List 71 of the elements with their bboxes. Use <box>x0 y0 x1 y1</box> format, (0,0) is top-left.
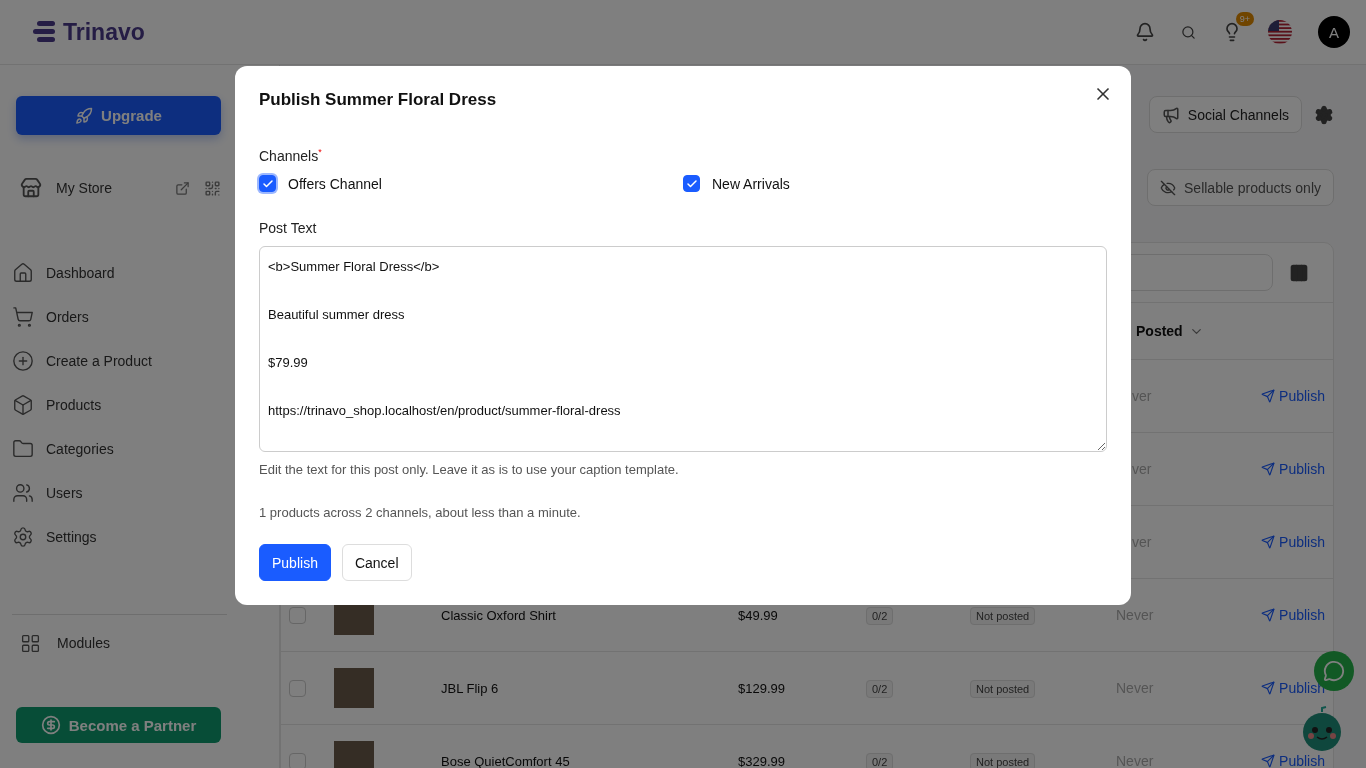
send-icon <box>1261 535 1276 549</box>
row-checkbox[interactable] <box>289 606 306 624</box>
publish-button[interactable]: Publish <box>259 544 331 581</box>
plus-circle-icon <box>12 350 34 372</box>
publish-link[interactable]: Publish <box>1261 534 1325 550</box>
field-label: Post Text <box>259 220 317 236</box>
photo-placeholder <box>334 668 374 708</box>
users-icon <box>12 482 34 504</box>
post-text-field[interactable]: <b>Summer Floral Dress</b> Beautiful summer dress $79.99 https://trinavo_shop.localhost/en/product/summer-floral-dress <box>259 246 1107 452</box>
column-header[interactable]: Posted <box>1136 323 1183 339</box>
store-link[interactable]: My Store <box>56 180 161 196</box>
logo-icon <box>33 19 57 45</box>
channel-count: 0/2 <box>866 752 894 768</box>
folder-icon <box>12 438 34 460</box>
channel-label[interactable]: Offers Channel <box>288 175 382 192</box>
help-text: Edit the text for this post only. Leave it as is to use your caption template. <box>259 462 680 477</box>
cancel-button[interactable]: Cancel <box>341 544 412 581</box>
send-icon <box>1261 389 1276 403</box>
notification-bell-icon[interactable] <box>1135 22 1155 42</box>
qr-code-icon[interactable] <box>204 179 221 197</box>
gear-icon <box>12 526 34 548</box>
row-checkbox[interactable] <box>289 679 306 697</box>
field-label: Channels$^{*}$ <box>259 148 322 164</box>
send-icon <box>1261 608 1276 622</box>
upgrade-button[interactable]: Upgrade <box>16 96 221 135</box>
store-icon <box>20 177 42 199</box>
product-price: $329.99 <box>738 753 785 768</box>
notification-badge: 9+ <box>1235 12 1254 26</box>
post-status: Not posted <box>970 606 1036 625</box>
publish-link[interactable]: Publish <box>1261 680 1325 696</box>
row-checkbox[interactable] <box>289 752 306 768</box>
house-icon <box>12 262 34 284</box>
external-link-icon[interactable] <box>175 180 190 196</box>
megaphone-icon <box>1161 105 1180 124</box>
sidebar-item[interactable]: Modules <box>0 621 279 665</box>
product-price: $129.99 <box>738 680 785 696</box>
product-name: Classic Oxford Shirt <box>441 607 556 623</box>
channel-count: 0/2 <box>866 606 894 625</box>
publish-link[interactable]: Publish <box>1261 388 1325 404</box>
send-icon <box>1261 754 1276 768</box>
user-avatar[interactable]: A <box>1318 16 1350 48</box>
eye-off-icon <box>1160 179 1176 196</box>
settings-icon[interactable] <box>1314 104 1334 125</box>
dollar-icon <box>40 715 61 735</box>
send-icon <box>1261 462 1276 476</box>
channel-count: 0/2 <box>866 679 894 698</box>
product-name: JBL Flip 6 <box>441 680 499 696</box>
brand-name: Trinavo <box>63 18 145 46</box>
post-status: Not posted <box>970 679 1036 698</box>
product-name: Bose QuietComfort 45 <box>441 753 570 768</box>
cart-icon <box>12 306 34 328</box>
rocket-icon <box>75 106 94 125</box>
dialog-title: Publish Summer Floral Dress <box>259 90 498 111</box>
flag-icon[interactable] <box>1268 20 1292 44</box>
publish-link[interactable]: Publish <box>1261 461 1325 477</box>
product-price: $49.99 <box>738 607 778 623</box>
columns-icon[interactable] <box>1289 262 1309 283</box>
cube-icon <box>12 394 34 416</box>
mascot-drawing[interactable] <box>1302 706 1342 754</box>
post-status: Not posted <box>970 752 1036 768</box>
grid-icon <box>20 632 41 654</box>
publish-link[interactable]: Publish <box>1261 753 1325 768</box>
sellable-filter-button[interactable]: Sellable products only <box>1147 169 1334 206</box>
publish-link[interactable]: Publish <box>1261 607 1325 623</box>
social-channels-button[interactable]: Social Channels <box>1148 96 1302 133</box>
search-icon[interactable] <box>1181 24 1196 40</box>
chat-bubble-icon <box>1323 660 1345 682</box>
send-icon <box>1261 681 1276 695</box>
summary-text: 1 products across 2 channels, about less than a minute. <box>259 505 582 520</box>
channel-label[interactable]: New Arrivals <box>712 175 790 192</box>
become-partner-button[interactable]: Become a Partner <box>16 707 221 743</box>
